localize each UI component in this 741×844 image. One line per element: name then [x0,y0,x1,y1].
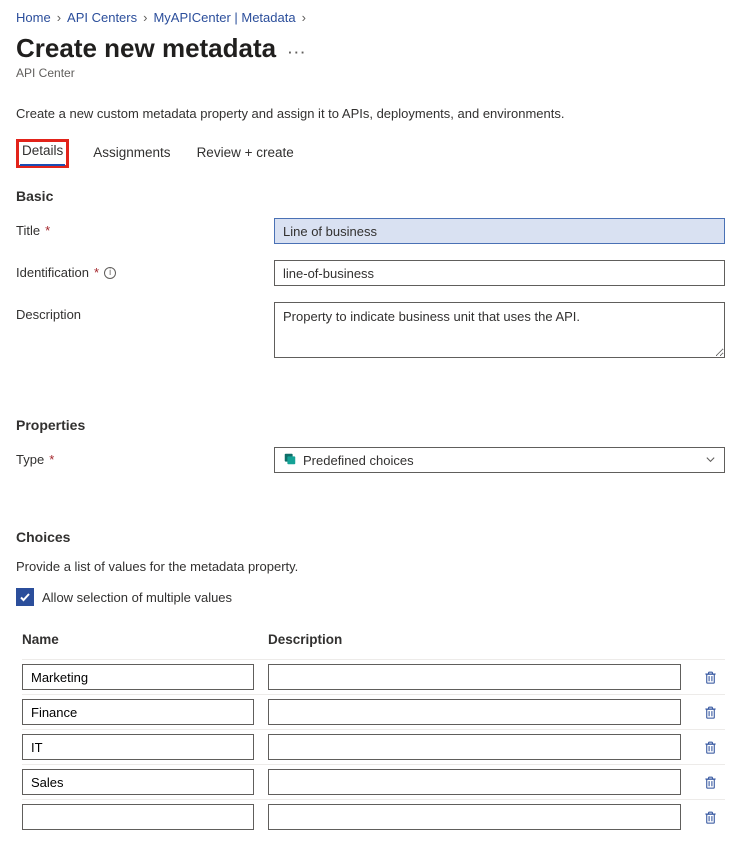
select-type-value: Predefined choices [303,453,699,468]
page-title: Create new metadata [16,33,276,64]
choice-row [22,694,725,729]
choice-description-input[interactable] [268,734,681,760]
delete-choice-button[interactable] [695,775,725,790]
choices-description: Provide a list of values for the metadat… [16,559,725,574]
select-type[interactable]: Predefined choices [274,447,725,473]
label-title: Title* [16,218,274,238]
checkbox-allow-multiple[interactable] [16,588,34,606]
choice-row [22,764,725,799]
predefined-choices-icon [283,452,297,469]
choice-row [22,659,725,694]
info-icon[interactable]: i [104,267,116,279]
choice-row [22,799,725,834]
delete-choice-button[interactable] [695,810,725,825]
tab-assignments[interactable]: Assignments [91,139,172,168]
breadcrumb-link-home[interactable]: Home [16,10,51,25]
column-header-description: Description [268,632,685,647]
trash-icon [703,670,718,685]
page-subtitle: API Center [16,66,725,80]
trash-icon [703,740,718,755]
choice-description-input[interactable] [268,699,681,725]
delete-choice-button[interactable] [695,740,725,755]
breadcrumb-link-apicenters[interactable]: API Centers [67,10,137,25]
chevron-right-icon: › [302,10,306,25]
delete-choice-button[interactable] [695,705,725,720]
choice-name-input[interactable] [22,699,254,725]
input-identification[interactable] [274,260,725,286]
column-header-name: Name [22,632,268,647]
breadcrumb: Home › API Centers › MyAPICenter | Metad… [16,10,725,25]
choice-name-input[interactable] [22,734,254,760]
input-title[interactable] [274,218,725,244]
label-type: Type* [16,447,274,467]
choice-description-input[interactable] [268,664,681,690]
delete-choice-button[interactable] [695,670,725,685]
section-basic-title: Basic [16,188,725,204]
breadcrumb-link-current[interactable]: MyAPICenter | Metadata [153,10,295,25]
choice-name-input[interactable] [22,769,254,795]
choice-description-input[interactable] [268,804,681,830]
chevron-right-icon: › [143,10,147,25]
trash-icon [703,810,718,825]
choice-description-input[interactable] [268,769,681,795]
tabs: Details Assignments Review + create [16,139,725,168]
textarea-description[interactable] [274,302,725,358]
label-identification: Identification* i [16,260,274,280]
trash-icon [703,705,718,720]
section-properties-title: Properties [16,417,725,433]
tab-review-create[interactable]: Review + create [195,139,296,168]
choice-row [22,729,725,764]
choice-name-input[interactable] [22,664,254,690]
chevron-right-icon: › [57,10,61,25]
trash-icon [703,775,718,790]
more-actions-button[interactable]: ··· [288,45,307,60]
intro-text: Create a new custom metadata property an… [16,106,725,121]
label-description: Description [16,302,274,322]
chevron-down-icon [705,453,716,468]
label-allow-multiple: Allow selection of multiple values [42,590,232,605]
tab-details[interactable]: Details [20,137,65,166]
choice-name-input[interactable] [22,804,254,830]
section-choices-title: Choices [16,529,725,545]
